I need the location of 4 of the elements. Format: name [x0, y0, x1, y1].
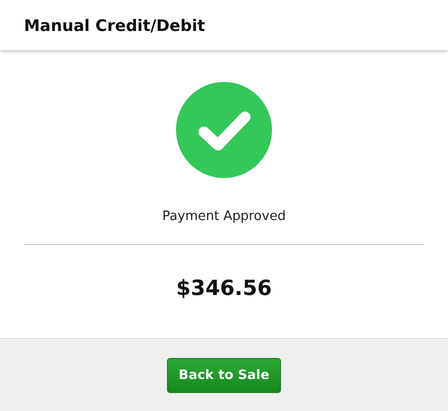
- payment-amount: $346.56: [176, 276, 272, 300]
- dialog-title: Manual Credit/Debit: [24, 16, 205, 34]
- back-button[interactable]: Back to Sale: [167, 358, 281, 392]
- status-message: Payment Approved: [162, 209, 286, 224]
